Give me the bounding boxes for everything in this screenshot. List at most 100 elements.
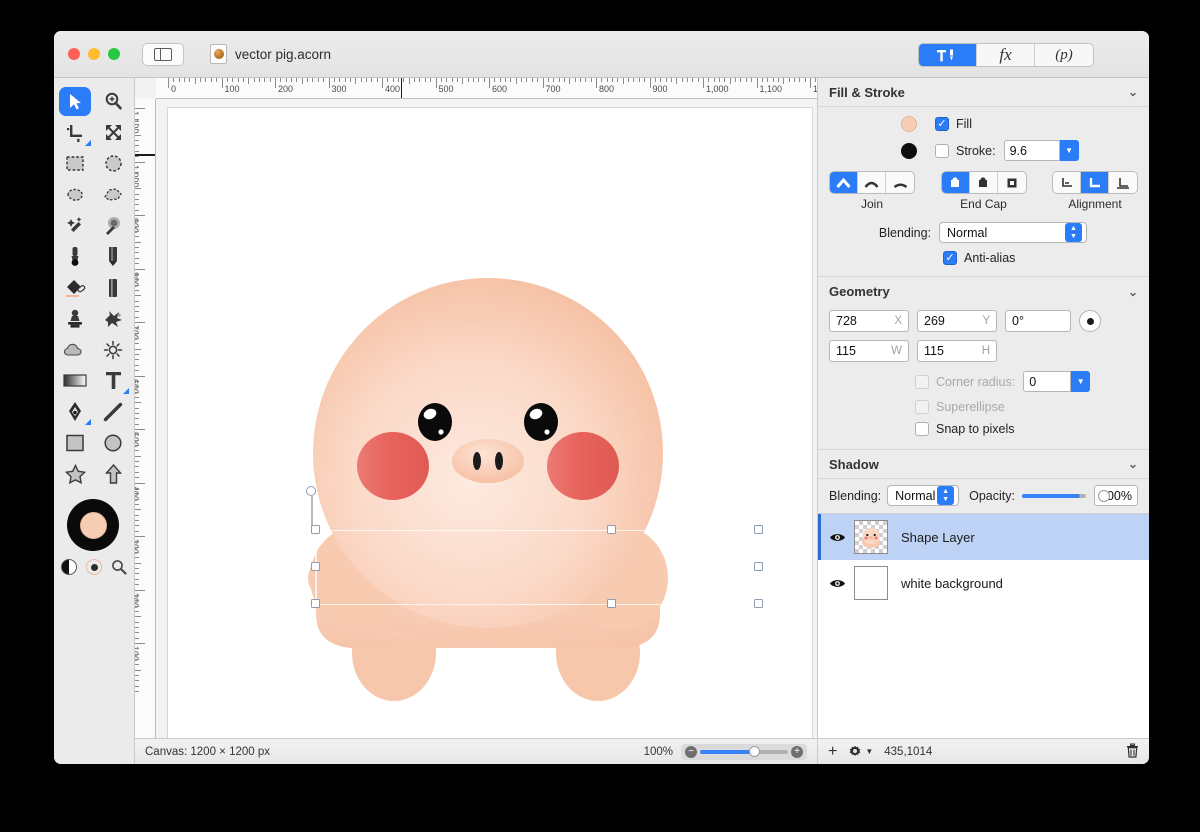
move-tool[interactable]	[56, 86, 94, 117]
chevron-down-icon[interactable]: ⌄	[1128, 457, 1138, 471]
antialias-checkbox[interactable]	[943, 251, 957, 265]
canvas-viewport[interactable]	[156, 99, 817, 738]
pen-tool[interactable]	[56, 396, 94, 427]
pencil-tool[interactable]	[94, 241, 132, 272]
zoom-slider[interactable]: − +	[681, 743, 807, 760]
join-round-button[interactable]	[858, 172, 886, 193]
shadow-blending-stepper-icon[interactable]: ▲ ▼	[937, 486, 955, 505]
chevron-down-icon[interactable]: ⌄	[1128, 285, 1138, 299]
zoom-tool[interactable]	[94, 86, 132, 117]
align-center-button[interactable]	[1081, 172, 1109, 193]
default-colors-icon[interactable]	[61, 559, 77, 575]
rotation-dial[interactable]	[1079, 310, 1101, 332]
join-miter-button[interactable]	[830, 172, 858, 193]
ellipse-select-tool[interactable]	[94, 148, 132, 179]
fill-color-well[interactable]	[901, 116, 917, 132]
geometry-width-input[interactable]: 115 W	[829, 340, 909, 362]
layer-row-shape[interactable]: Shape Layer	[818, 514, 1149, 560]
polygon-lasso-tool[interactable]	[94, 179, 132, 210]
arrow-tool[interactable]	[94, 458, 132, 489]
fill-stroke-header[interactable]: Fill & Stroke ⌄	[818, 78, 1149, 107]
canvas-paper[interactable]	[168, 108, 812, 738]
zoom-in-icon[interactable]: +	[791, 745, 803, 758]
rotation-handle[interactable]	[306, 486, 316, 496]
paint-bucket-tool[interactable]	[56, 272, 94, 303]
pig-artwork[interactable]	[168, 108, 812, 738]
zoom-knob[interactable]	[749, 745, 760, 757]
blending-stepper-icon[interactable]: ▲ ▼	[1065, 223, 1082, 242]
transform-tool[interactable]	[94, 117, 132, 148]
layer-row-background[interactable]: white background	[818, 560, 1149, 606]
smudge-tool[interactable]	[94, 303, 132, 334]
shadow-header[interactable]: Shadow ⌄	[818, 450, 1149, 479]
geometry-height-input[interactable]: 115 H	[917, 340, 997, 362]
lasso-tool[interactable]	[56, 179, 94, 210]
dodge-tool[interactable]	[94, 334, 132, 365]
color-swatches[interactable]	[67, 499, 121, 553]
minimize-button[interactable]	[88, 48, 100, 60]
brush-tool[interactable]	[56, 241, 94, 272]
chevron-down-icon[interactable]: ⌄	[1128, 85, 1138, 99]
handle-bottom-left[interactable]	[311, 599, 320, 608]
layer-thumbnail[interactable]	[854, 520, 888, 554]
shadow-opacity-slider[interactable]	[1021, 489, 1110, 502]
superellipse-checkbox[interactable]	[915, 400, 929, 414]
geometry-rotation-input[interactable]: 0°	[1005, 310, 1071, 332]
text-tool[interactable]	[94, 365, 132, 396]
fill-color-swatch[interactable]	[80, 512, 107, 539]
rect-select-tool[interactable]	[56, 148, 94, 179]
shadow-opacity-knob[interactable]	[1097, 489, 1110, 502]
handle-top-left[interactable]	[311, 525, 320, 534]
stroke-width-stepper[interactable]: ▼	[1059, 140, 1079, 161]
join-bevel-button[interactable]	[886, 172, 914, 193]
endcap-square-button[interactable]	[998, 172, 1026, 193]
rectangle-tool[interactable]	[56, 427, 94, 458]
geometry-x-input[interactable]: 728 X	[829, 310, 909, 332]
tab-tools[interactable]	[919, 44, 977, 66]
zoom-out-icon[interactable]: −	[685, 745, 697, 758]
delete-layer-button[interactable]	[1126, 742, 1139, 761]
snap-to-pixels-checkbox[interactable]	[915, 422, 929, 436]
tab-effects[interactable]: fx	[977, 44, 1035, 66]
fill-checkbox[interactable]	[935, 117, 949, 131]
geometry-y-input[interactable]: 269 Y	[917, 310, 997, 332]
eraser-tool[interactable]	[94, 272, 132, 303]
stroke-width-input[interactable]: 9.6	[1003, 140, 1060, 161]
vertical-ruler[interactable]: 1,1001,000900800700600500400300200100	[135, 99, 156, 738]
handle-bottom-center[interactable]	[607, 599, 616, 608]
corner-radius-checkbox[interactable]	[915, 374, 929, 389]
handle-top-center[interactable]	[607, 525, 616, 534]
maximize-button[interactable]	[108, 48, 120, 60]
tab-presets[interactable]: (p)	[1035, 44, 1093, 66]
handle-bottom-right[interactable]	[754, 599, 763, 608]
gradient-tool[interactable]	[56, 365, 94, 396]
blending-select[interactable]: Normal ▲ ▼	[939, 222, 1087, 243]
instant-alpha-tool[interactable]	[94, 210, 132, 241]
align-outside-button[interactable]	[1109, 172, 1137, 193]
shadow-blending-select[interactable]: Normal ▲ ▼	[887, 485, 960, 506]
add-layer-button[interactable]: +	[828, 743, 837, 761]
corner-radius-input[interactable]: 0	[1023, 371, 1072, 392]
close-button[interactable]	[68, 48, 80, 60]
corner-radius-stepper[interactable]: ▼	[1071, 371, 1091, 392]
magic-wand-tool[interactable]	[56, 210, 94, 241]
horizontal-ruler[interactable]: 0 100 200 300 400 500 600 700 800 900 1,000 1,100 1,…	[156, 78, 817, 99]
geometry-header[interactable]: Geometry ⌄	[818, 277, 1149, 306]
crop-tool[interactable]	[56, 117, 94, 148]
endcap-round-button[interactable]	[970, 172, 998, 193]
layer-visibility-toggle[interactable]	[828, 578, 846, 589]
align-inside-button[interactable]	[1053, 172, 1081, 193]
colors-magnifier-icon[interactable]	[111, 559, 127, 575]
current-color-icon[interactable]	[86, 559, 102, 575]
layer-visibility-toggle[interactable]	[828, 532, 846, 543]
zoom-track[interactable]	[700, 745, 788, 757]
clone-stamp-tool[interactable]	[56, 303, 94, 334]
sidebar-toggle-button[interactable]	[142, 42, 184, 66]
star-tool[interactable]	[56, 458, 94, 489]
layer-thumbnail[interactable]	[854, 566, 888, 600]
ellipse-tool[interactable]	[94, 427, 132, 458]
layer-settings-button[interactable]: ▼	[848, 745, 873, 759]
stroke-checkbox[interactable]	[935, 143, 949, 158]
stroke-color-well[interactable]	[901, 142, 917, 159]
blur-tool[interactable]	[56, 334, 94, 365]
